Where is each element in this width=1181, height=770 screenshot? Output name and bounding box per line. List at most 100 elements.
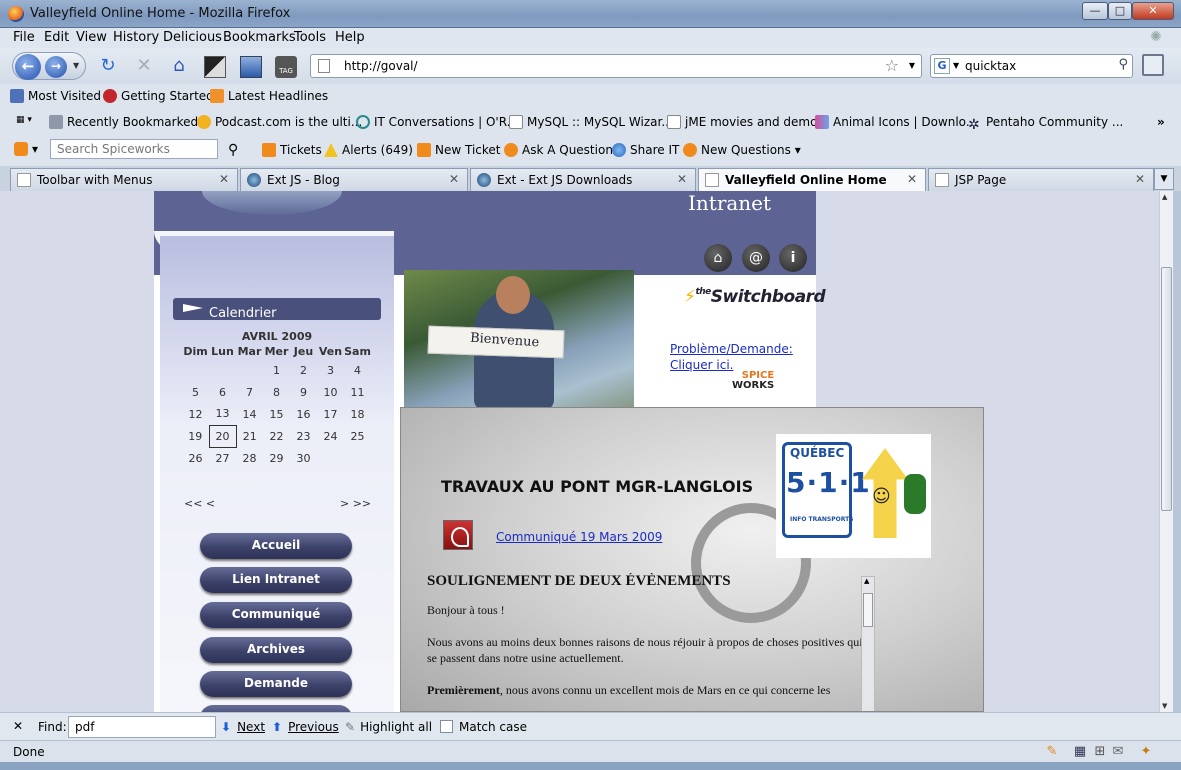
bookmark-page-icon[interactable] <box>240 56 262 78</box>
bookmark-mysql[interactable]: MySQL :: MySQL Wizar... <box>509 115 673 129</box>
windows-icon[interactable]: ▦ <box>1072 744 1088 760</box>
delicious-icon[interactable] <box>204 56 226 78</box>
notes-icon[interactable]: ✎ <box>1044 744 1060 760</box>
calendar-day[interactable]: 28 <box>236 447 263 469</box>
tab-close-icon[interactable]: ✕ <box>449 172 459 186</box>
url-bar[interactable]: http://goval/ ☆ ▼ <box>310 54 922 78</box>
nav-communique-button[interactable]: Communiqué <box>200 602 352 628</box>
history-dropdown-icon[interactable]: ▼ <box>73 61 79 70</box>
bookmark-podcast[interactable]: Podcast.com is the ulti... <box>197 115 362 129</box>
calendar-day[interactable]: 17 <box>317 403 344 425</box>
bookmarks-overflow-chevron[interactable]: » <box>1157 115 1165 129</box>
find-next-button[interactable]: ⬇ Next <box>221 720 265 734</box>
url-text[interactable]: http://goval/ <box>344 59 418 73</box>
sw-tickets[interactable]: Tickets <box>262 143 322 157</box>
tab-jsp-page[interactable]: JSP Page ✕ <box>928 168 1154 191</box>
sw-share-it[interactable]: Share IT <box>612 143 679 157</box>
bookmark-recently-bookmarked[interactable]: Recently Bookmarked ▾ <box>49 115 208 129</box>
bookmarks-menu-icon[interactable]: ▦ ▾ <box>16 115 32 125</box>
calendar-day[interactable]: 21 <box>236 425 263 447</box>
menu-tools[interactable]: Tools <box>294 30 326 45</box>
sw-ask-question[interactable]: Ask A Question <box>504 143 613 157</box>
tab-close-icon[interactable]: ✕ <box>907 172 917 186</box>
tab-ext-js-blog[interactable]: Ext JS - Blog ✕ <box>240 168 468 191</box>
find-input[interactable]: pdf <box>68 716 216 738</box>
calendar-day[interactable]: 11 <box>344 381 371 403</box>
search-engine-dropdown-icon[interactable]: ▼ <box>953 61 959 70</box>
bookmark-it-conversations[interactable]: IT Conversations | O'R... <box>356 115 518 129</box>
email-icon[interactable]: @ <box>742 244 770 272</box>
article-scrollbar[interactable]: ▲ <box>861 576 875 711</box>
tag-icon[interactable]: TAG <box>275 56 297 78</box>
info-icon[interactable]: i <box>779 244 807 272</box>
maximize-button[interactable]: □ <box>1108 2 1132 20</box>
search-input[interactable]: quicktax <box>965 59 1016 73</box>
sw-alerts[interactable]: Alerts (649) <box>324 143 413 157</box>
highlight-all-button[interactable]: ✎ Highlight all <box>345 720 432 734</box>
calendar-day[interactable]: 5 <box>182 381 209 403</box>
spiceworks-menu-icon[interactable]: ▾ <box>14 142 38 156</box>
bookmark-jme[interactable]: jME movies and demos <box>667 115 824 129</box>
calendar-day[interactable]: 20 <box>208 424 237 448</box>
menu-edit[interactable]: Edit <box>44 30 69 45</box>
page-scrollbar[interactable]: ▲ ▼ <box>1159 191 1173 712</box>
calendar-day[interactable]: 22 <box>263 425 290 447</box>
google-icon[interactable]: G <box>934 58 950 74</box>
scroll-down-icon[interactable]: ▼ <box>1162 702 1167 710</box>
calendar-day[interactable]: 2 <box>290 359 317 381</box>
calendar-day[interactable]: 7 <box>236 381 263 403</box>
close-find-icon[interactable]: ✕ <box>13 719 23 733</box>
all-tabs-dropdown-icon[interactable]: ▼ <box>1154 168 1174 190</box>
home-icon[interactable]: ⌂ <box>168 56 190 78</box>
sw-new-ticket[interactable]: New Ticket <box>417 143 501 157</box>
match-case-checkbox[interactable] <box>440 720 453 733</box>
switchboard-logo[interactable]: ⚡theSwitchboard <box>684 287 826 307</box>
calendar-day[interactable]: 3 <box>317 359 344 381</box>
forward-button[interactable]: → <box>45 56 67 78</box>
scroll-up-icon[interactable]: ▲ <box>1162 193 1167 201</box>
url-dropdown-icon[interactable]: ▼ <box>909 61 915 70</box>
search-go-icon[interactable]: ⚲ <box>1118 57 1128 72</box>
stop-icon[interactable]: ✕ <box>133 56 155 78</box>
quebec-511-logo[interactable]: QUÉBEC 5·1·1 INFO TRANSPORTS ☺ <box>776 434 931 558</box>
calendar-day[interactable]: 23 <box>290 425 317 447</box>
nav-lien-intranet-button[interactable]: Lien Intranet <box>200 567 352 593</box>
minimize-button[interactable]: — <box>1082 2 1108 20</box>
tab-close-icon[interactable]: ✕ <box>219 172 229 186</box>
menu-help[interactable]: Help <box>335 30 365 45</box>
search-bar[interactable]: G ▼ quicktax ⚲ <box>930 54 1133 78</box>
calendar-day[interactable]: 16 <box>290 403 317 425</box>
page-scroll-thumb[interactable] <box>1161 267 1172 511</box>
calendar-day[interactable]: 8 <box>263 381 290 403</box>
nav-more-button[interactable] <box>200 705 352 712</box>
reload-icon[interactable]: ↻ <box>97 56 119 78</box>
menu-bookmarks[interactable]: Bookmarks <box>223 30 296 45</box>
bookmark-most-visited[interactable]: Most Visited <box>10 89 101 103</box>
calendar-day[interactable]: 24 <box>317 425 344 447</box>
calendar-day[interactable]: 4 <box>344 359 371 381</box>
scroll-up-icon[interactable]: ▲ <box>864 577 869 585</box>
calendar-day[interactable]: 19 <box>182 425 209 447</box>
communique-link[interactable]: Communiqué 19 Mars 2009 <box>496 530 662 544</box>
home-icon[interactable]: ⌂ <box>704 244 732 272</box>
pdf-icon[interactable] <box>443 520 473 550</box>
calendar-prev[interactable]: << < <box>184 497 215 510</box>
tab-ext-js-downloads[interactable]: Ext - Ext JS Downloads ✕ <box>470 168 696 191</box>
calendar-day[interactable]: 27 <box>209 447 236 469</box>
bookmark-latest-headlines[interactable]: Latest Headlines <box>210 89 328 103</box>
calendar-day[interactable]: 6 <box>209 381 236 403</box>
tab-close-icon[interactable]: ✕ <box>677 172 687 186</box>
find-previous-button[interactable]: ⬆ Previous <box>272 720 339 734</box>
problem-request-link[interactable]: Problème/Demande: Cliquer ici. <box>670 341 793 373</box>
nav-demande-button[interactable]: Demande <box>200 671 352 697</box>
calendar-day[interactable]: 18 <box>344 403 371 425</box>
menu-delicious[interactable]: Delicious <box>163 30 222 45</box>
menu-history[interactable]: History <box>113 30 159 45</box>
bookmark-getting-started[interactable]: Getting Started <box>103 89 214 103</box>
calendar-day[interactable]: 25 <box>344 425 371 447</box>
bookmark-star-icon[interactable]: ☆ <box>885 56 899 75</box>
bookmark-animal-icons[interactable]: Animal Icons | Downlo... <box>815 115 977 129</box>
tab-valleyfield-online-home[interactable]: Valleyfield Online Home ✕ <box>698 168 926 191</box>
calendar-next[interactable]: > >> <box>340 497 371 510</box>
addon-icon[interactable]: ✦ <box>1138 744 1154 760</box>
